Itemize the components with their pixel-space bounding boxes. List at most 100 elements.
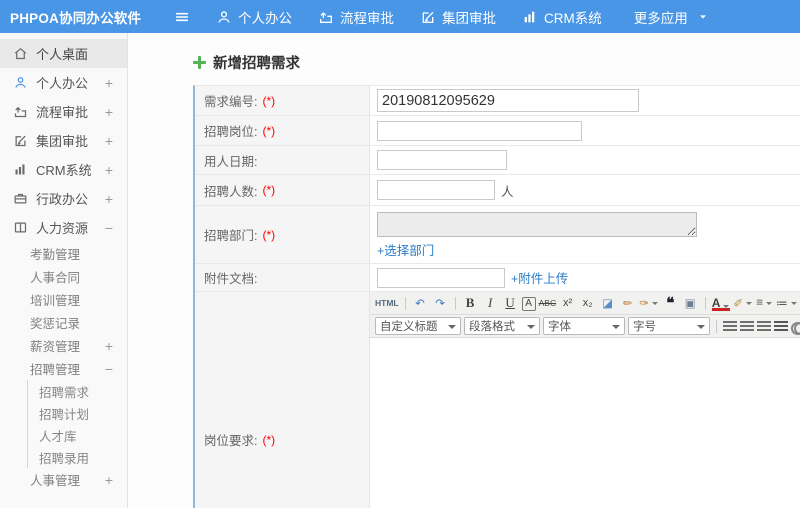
- separator: [454, 296, 456, 310]
- label-text: 附件文档:: [204, 272, 258, 286]
- required-mark: (*): [262, 183, 276, 197]
- expand-toggle[interactable]: +: [105, 163, 113, 177]
- nav-item-label: 更多应用: [633, 10, 688, 26]
- sidebar-item-label: 培训管理: [30, 294, 81, 308]
- sidebar-item-contract[interactable]: 人事合同: [0, 265, 127, 288]
- nav-item-icon: [420, 8, 436, 24]
- nav-crm-system[interactable]: CRM系统: [522, 7, 602, 27]
- sidebar-item-label: 行政办公: [36, 192, 89, 207]
- unordered-list-button[interactable]: ≔: [776, 294, 798, 313]
- subscript-button[interactable]: x₂: [579, 294, 596, 313]
- sidebar-item-admin-office[interactable]: 行政办公 +: [0, 184, 127, 213]
- paint-button[interactable]: ✑: [639, 294, 659, 313]
- nav-item-icon: [318, 8, 334, 24]
- app-logo[interactable]: PHPOA协同办公软件: [0, 7, 141, 27]
- add-plus-icon: [193, 56, 206, 69]
- expand-toggle[interactable]: +: [105, 192, 113, 206]
- sidebar-item-label: 人力资源: [36, 221, 89, 236]
- department-value-cell: +选择部门: [370, 206, 800, 263]
- expand-toggle[interactable]: +: [105, 105, 113, 119]
- editor-toolbar-row2: 自定义标题 段落格式 字体 字号: [370, 315, 800, 338]
- sidebar-item-rewards[interactable]: 奖惩记录: [0, 311, 127, 334]
- nav-item-icon: [522, 8, 538, 24]
- highlight-button[interactable]: ✐: [733, 294, 753, 313]
- nav-group-approval[interactable]: 集团审批: [420, 7, 496, 27]
- nav-personal-office[interactable]: 个人办公: [216, 7, 292, 27]
- attachment-upload-link[interactable]: +附件上传: [511, 268, 568, 287]
- sidebar-item-recruit-demand[interactable]: 招聘需求: [27, 380, 127, 402]
- headcount-input[interactable]: [377, 180, 495, 200]
- char-border-button[interactable]: A: [521, 296, 536, 311]
- attachment-input[interactable]: [377, 267, 505, 288]
- font-family-select[interactable]: 字体: [543, 317, 625, 335]
- expand-toggle[interactable]: −: [105, 221, 113, 235]
- requirements-label: 岗位要求: (*): [195, 292, 370, 508]
- demand-no-input[interactable]: [377, 89, 639, 112]
- more-apps-caret[interactable]: [698, 9, 714, 24]
- sidebar-item-personal-office[interactable]: 个人办公 +: [0, 68, 127, 97]
- heading-select[interactable]: 自定义标题: [375, 317, 461, 335]
- nav-item-icon: [216, 8, 232, 24]
- sidebar-item-attendance[interactable]: 考勤管理: [0, 242, 127, 265]
- label-text: 需求编号:: [204, 95, 258, 109]
- editor-body[interactable]: [370, 338, 800, 508]
- align-justify-button[interactable]: [774, 320, 788, 332]
- demand-no-value-cell: [370, 86, 800, 115]
- sidebar-item-recruit-hire[interactable]: 招聘录用: [27, 446, 127, 468]
- sidebar-item-crm[interactable]: CRM系统 +: [0, 155, 127, 184]
- align-left-button[interactable]: [723, 320, 737, 332]
- separator: [704, 296, 706, 310]
- undo-button[interactable]: ↶: [412, 294, 429, 313]
- nav-more-apps[interactable]: 更多应用: [628, 7, 688, 27]
- ordered-list-button[interactable]: ≡: [756, 294, 773, 313]
- superscript-button[interactable]: x²: [559, 294, 576, 313]
- link-button[interactable]: [791, 321, 800, 335]
- required-mark: (*): [262, 432, 276, 447]
- nav-workflow-approval[interactable]: 流程审批: [318, 7, 394, 27]
- menu-toggle-button[interactable]: [174, 9, 190, 25]
- sidebar-item-training[interactable]: 培训管理: [0, 288, 127, 311]
- expand-toggle[interactable]: +: [105, 76, 113, 90]
- expand-toggle[interactable]: −: [105, 362, 113, 376]
- sidebar-item-recruit-mgmt[interactable]: 招聘管理 −: [0, 357, 127, 380]
- sidebar-item-workflow[interactable]: 流程审批 +: [0, 97, 127, 126]
- date-input[interactable]: [377, 150, 507, 170]
- sidebar-item-recruit-plan[interactable]: 招聘计划: [27, 402, 127, 424]
- select-department-link[interactable]: +选择部门: [377, 240, 434, 259]
- position-input[interactable]: [377, 120, 582, 141]
- expand-toggle[interactable]: +: [105, 473, 113, 487]
- expand-toggle[interactable]: +: [105, 339, 113, 353]
- source-button[interactable]: HTML: [375, 294, 399, 313]
- nav-item-icon: [698, 9, 708, 24]
- attachment-value-cell: +附件上传: [370, 264, 800, 291]
- format-painter-button[interactable]: ✏: [619, 294, 636, 313]
- required-mark: (*): [262, 93, 276, 108]
- align-center-button[interactable]: [740, 320, 754, 332]
- sidebar-item-personnel[interactable]: 人事管理 +: [0, 468, 127, 491]
- underline-button[interactable]: U: [502, 294, 519, 313]
- sidebar-item-icon: [13, 191, 29, 206]
- align-right-button[interactable]: [757, 320, 771, 332]
- sidebar-item-label: 奖惩记录: [30, 317, 81, 331]
- position-value-cell: [370, 116, 800, 145]
- strikethrough-button[interactable]: ABC: [539, 294, 556, 313]
- nav-item-label: 个人办公: [238, 10, 292, 26]
- sidebar-item-salary[interactable]: 薪资管理 +: [0, 334, 127, 357]
- form-row-requirements: 岗位要求: (*) HTML ↶ ↷ B I U A ABC x² x₂ ◪ ✏…: [195, 292, 800, 508]
- paragraph-select[interactable]: 段落格式: [464, 317, 540, 335]
- sidebar-item-talent-pool[interactable]: 人才库: [27, 424, 127, 446]
- font-size-select[interactable]: 字号: [628, 317, 710, 335]
- expand-toggle[interactable]: +: [105, 134, 113, 148]
- sidebar-item-desktop[interactable]: 个人桌面: [0, 39, 127, 68]
- redo-button[interactable]: ↷: [432, 294, 449, 313]
- italic-button[interactable]: I: [482, 294, 499, 313]
- bold-button[interactable]: B: [462, 294, 479, 313]
- font-color-button[interactable]: A: [711, 297, 731, 311]
- department-textarea[interactable]: [377, 212, 697, 237]
- clipboard-button[interactable]: ▣: [682, 294, 699, 313]
- blockquote-button[interactable]: ❝: [662, 294, 679, 313]
- headcount-label: 招聘人数: (*): [195, 175, 370, 205]
- sidebar-item-hr[interactable]: 人力资源 −: [0, 213, 127, 242]
- eraser-button[interactable]: ◪: [599, 294, 616, 313]
- sidebar-item-group-approval[interactable]: 集团审批 +: [0, 126, 127, 155]
